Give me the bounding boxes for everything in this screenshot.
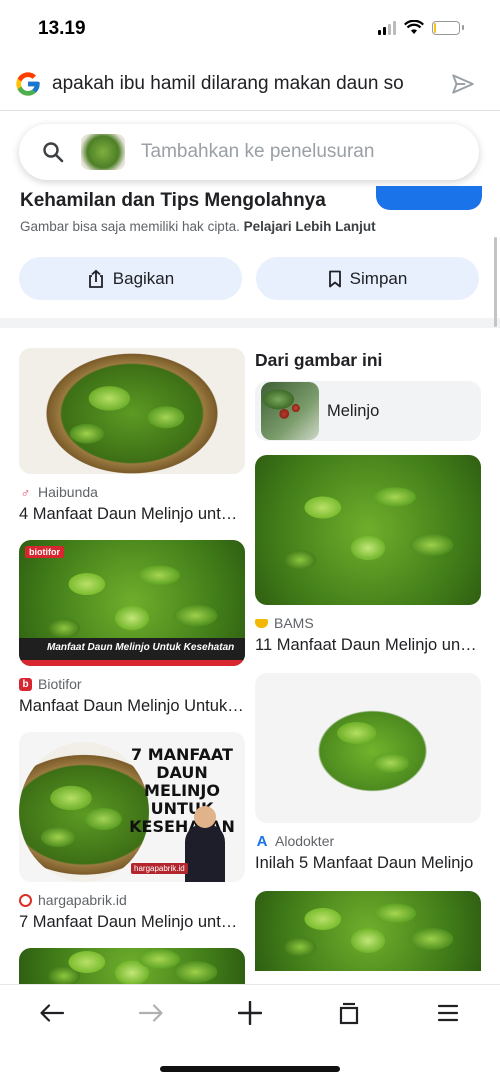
result-card[interactable]: biotifor Manfaat Daun Melinjo Untuk Kese… <box>19 540 245 716</box>
result-source: b Biotifor <box>19 676 245 692</box>
image-banner: Manfaat Daun Melinjo Untuk Kesehatan <box>19 638 245 660</box>
alodokter-favicon: A <box>256 832 268 850</box>
signal-icon <box>378 20 396 35</box>
add-to-search-placeholder: Tambahkan ke penelusuran <box>141 141 375 162</box>
query-image-thumbnail <box>81 134 125 170</box>
source-name: Biotifor <box>38 676 82 692</box>
result-image[interactable] <box>255 455 481 605</box>
forward-button[interactable] <box>131 999 171 1027</box>
result-source: BAMS <box>255 615 481 631</box>
status-time: 13.19 <box>38 18 86 39</box>
chip-label: Melinjo <box>327 401 380 420</box>
result-card[interactable]: BAMS 11 Manfaat Daun Melinjo untuk Keseh… <box>255 455 481 655</box>
results-left-column: ♂ Haibunda 4 Manfaat Daun Melinjo untuk … <box>19 348 245 988</box>
plus-icon <box>238 1001 262 1025</box>
result-image[interactable]: biotifor Manfaat Daun Melinjo Untuk Kese… <box>19 540 245 666</box>
related-chip-melinjo[interactable]: Melinjo <box>255 381 481 441</box>
result-title-text: 4 Manfaat Daun Melinjo untuk Kesehatan <box>19 505 245 523</box>
section-divider <box>0 318 500 328</box>
battery-icon <box>432 20 464 35</box>
google-logo-icon <box>16 72 40 96</box>
save-label: Simpan <box>349 268 408 288</box>
tabs-button[interactable] <box>329 999 369 1027</box>
domain-tag: hargapabrik.id <box>131 863 188 874</box>
overlay-text: 7 MANFAAT DAUN MELINJO UNTUK KESEHATAN <box>129 745 235 836</box>
results-right-column: Dari gambar ini Melinjo BAMS 11 Manfaat … <box>255 348 481 971</box>
learn-more-link[interactable]: Pelajari Lebih Lanjut <box>244 219 376 234</box>
result-card[interactable]: A Alodokter Inilah 5 Manfaat Daun Melinj… <box>255 673 481 873</box>
bams-favicon <box>255 618 268 628</box>
person-figure <box>185 806 225 882</box>
result-image-partial[interactable] <box>19 948 245 988</box>
visit-button[interactable] <box>376 186 482 210</box>
scrollbar[interactable] <box>494 237 497 327</box>
query-text[interactable]: apakah ibu hamil dilarang makan daun so <box>52 73 422 95</box>
result-image[interactable]: 7 MANFAAT DAUN MELINJO UNTUK KESEHATAN h… <box>19 732 245 882</box>
copyright-notice: Gambar bisa saja memiliki hak cipta. Pel… <box>20 219 376 234</box>
share-label: Bagikan <box>112 268 175 288</box>
banner-text: Manfaat Daun Melinjo Untuk Kesehatan <box>47 642 235 653</box>
result-card[interactable]: ♂ Haibunda 4 Manfaat Daun Melinjo untuk … <box>19 348 245 524</box>
copyright-text: Gambar bisa saja memiliki hak cipta. <box>20 219 240 234</box>
result-title-text: 7 Manfaat Daun Melinjo untuk Kesehatan <box>19 913 245 931</box>
result-image[interactable] <box>255 673 481 823</box>
status-bar: 13.19 <box>0 0 500 58</box>
result-source: hargapabrik.id <box>19 892 245 908</box>
biotifor-logo: biotifor <box>25 546 64 558</box>
result-title-text: Inilah 5 Manfaat Daun Melinjo <box>255 854 474 872</box>
lens-query-bar[interactable]: apakah ibu hamil dilarang makan daun so <box>0 58 500 111</box>
home-indicator[interactable] <box>160 1066 340 1072</box>
source-name: Alodokter <box>275 833 335 849</box>
source-name: BAMS <box>274 615 314 631</box>
forward-arrow-icon <box>138 1004 163 1022</box>
melinjo-thumbnail <box>261 382 319 440</box>
menu-button[interactable] <box>428 999 468 1027</box>
result-source: A Alodokter <box>255 833 481 849</box>
banner-stripe <box>19 660 245 666</box>
result-title[interactable]: Kehamilan dan Tips Mengolahnya <box>20 190 326 212</box>
result-card[interactable]: 7 MANFAAT DAUN MELINJO UNTUK KESEHATAN h… <box>19 732 245 932</box>
result-image[interactable] <box>19 348 245 474</box>
status-icons <box>378 20 464 35</box>
biotifor-favicon: b <box>19 677 32 691</box>
hargapabrik-favicon <box>19 893 32 907</box>
back-button[interactable] <box>32 999 72 1027</box>
share-icon <box>88 269 103 288</box>
result-title-text: Manfaat Daun Melinjo Untuk Kesehatan <box>19 697 245 715</box>
search-icon <box>43 142 64 163</box>
action-buttons: Bagikan Simpan <box>19 257 479 300</box>
source-name: hargapabrik.id <box>38 892 127 908</box>
new-tab-button[interactable] <box>230 999 270 1027</box>
send-icon[interactable] <box>450 71 476 97</box>
back-arrow-icon <box>40 1004 65 1022</box>
result-image-partial[interactable] <box>255 891 481 971</box>
bookmark-icon <box>328 270 341 287</box>
tabs-icon <box>339 1002 359 1025</box>
source-name: Haibunda <box>38 484 98 500</box>
hamburger-menu-icon <box>437 1004 459 1022</box>
save-button[interactable]: Simpan <box>256 257 479 300</box>
haibunda-favicon: ♂ <box>20 484 31 500</box>
result-source: ♂ Haibunda <box>19 484 245 500</box>
related-heading: Dari gambar ini <box>255 350 383 370</box>
result-title-text: 11 Manfaat Daun Melinjo untuk Kesehatan <box>255 636 481 654</box>
wifi-icon <box>404 20 424 34</box>
add-to-search-field[interactable]: Tambahkan ke penelusuran <box>19 124 479 180</box>
share-button[interactable]: Bagikan <box>19 257 242 300</box>
